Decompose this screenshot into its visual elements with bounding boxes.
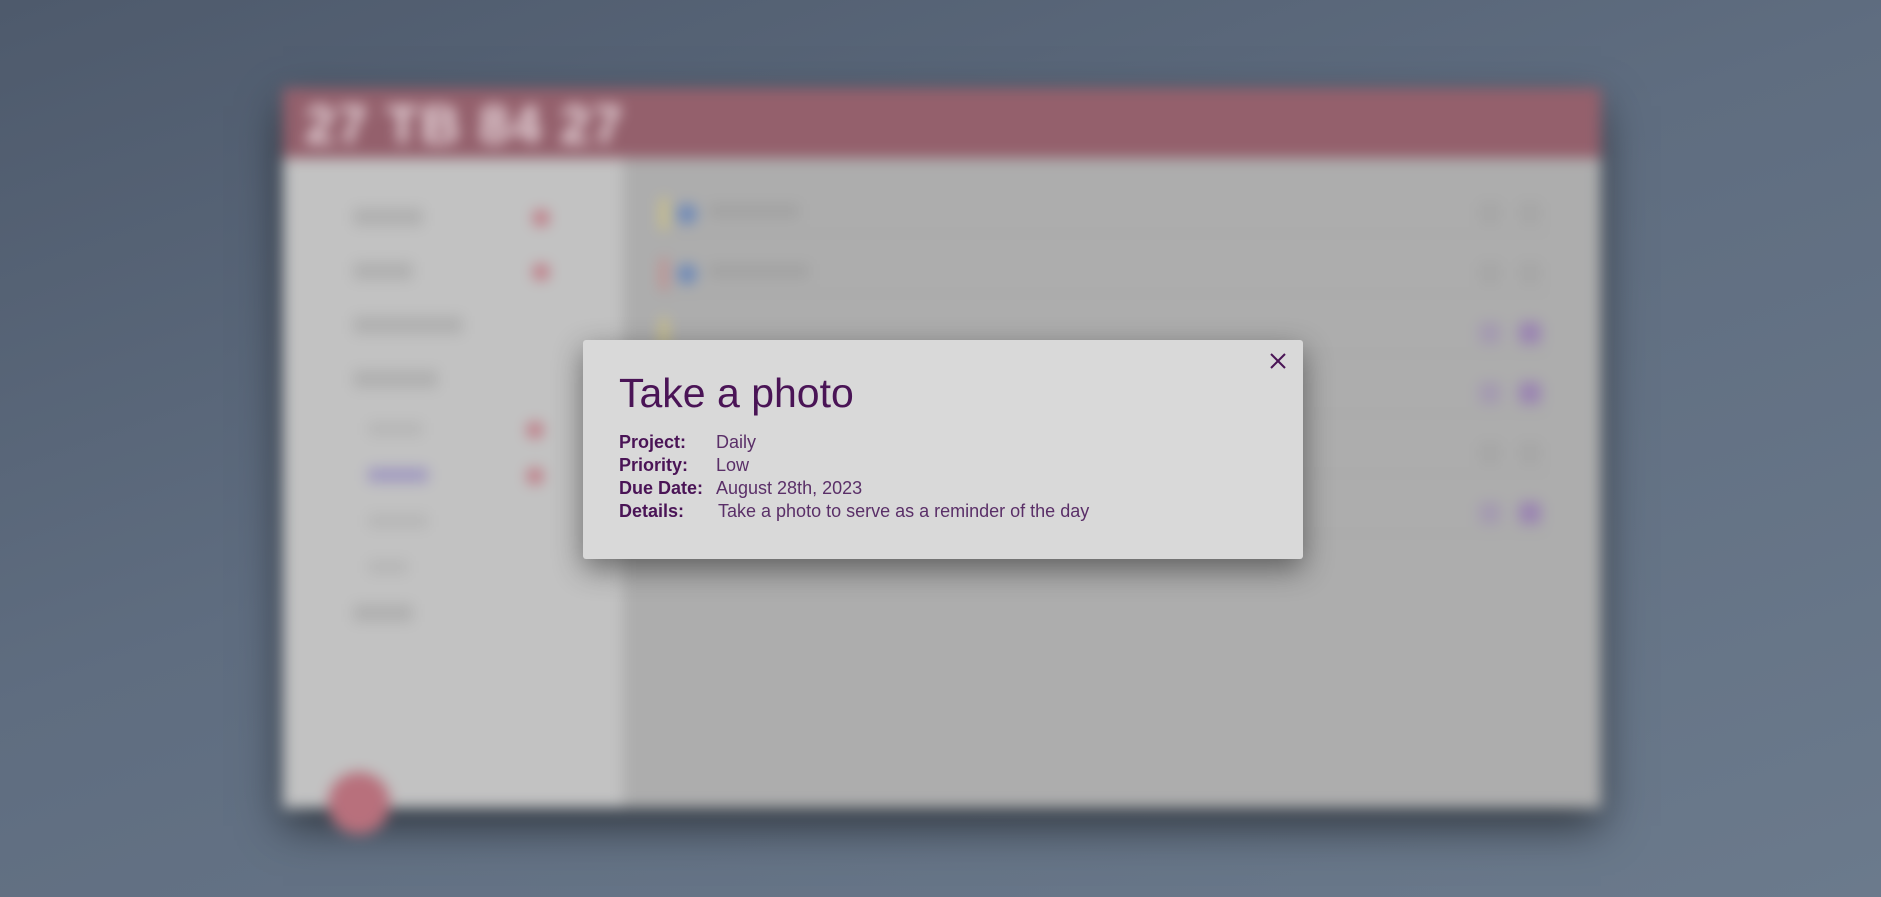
due-date-label: Due Date: xyxy=(619,478,704,498)
priority-label: Priority: xyxy=(619,455,689,475)
background-app-title: 27 TB 84 27 xyxy=(305,95,625,155)
priority-value: Low xyxy=(716,455,750,475)
details-value: Take a photo to serve as a reminder of t… xyxy=(718,501,1090,521)
sidebar-item-blurred xyxy=(353,370,438,388)
background-sidebar xyxy=(283,158,623,834)
sidebar-item-blurred xyxy=(353,262,413,280)
project-value: Daily xyxy=(716,432,757,452)
task-title: Take a photo xyxy=(619,370,854,416)
sidebar-item-blurred xyxy=(353,316,463,334)
sidebar-item-blurred xyxy=(353,604,413,622)
task-row xyxy=(661,254,1551,294)
task-details-modal: Take a photo Project: Daily Priority: Lo… xyxy=(583,340,1303,559)
sidebar-subitem-blurred xyxy=(368,560,408,574)
close-modal-button[interactable] xyxy=(1263,346,1293,376)
add-task-fab xyxy=(328,772,390,834)
sidebar-subitem-blurred xyxy=(368,514,428,528)
sidebar-badge xyxy=(533,264,549,280)
sidebar-badge xyxy=(527,422,543,438)
details-label: Details: xyxy=(619,501,685,521)
sidebar-item-blurred xyxy=(353,208,423,226)
sidebar-badge xyxy=(527,468,543,484)
project-label: Project: xyxy=(619,432,687,452)
close-icon xyxy=(1270,353,1286,369)
task-row xyxy=(661,194,1551,234)
background-header: 27 TB 84 27 xyxy=(283,88,1601,158)
sidebar-badge xyxy=(533,210,549,226)
sidebar-subitem-blurred xyxy=(368,468,428,482)
due-date-value: August 28th, 2023 xyxy=(716,478,863,498)
sidebar-subitem-blurred xyxy=(368,422,423,436)
